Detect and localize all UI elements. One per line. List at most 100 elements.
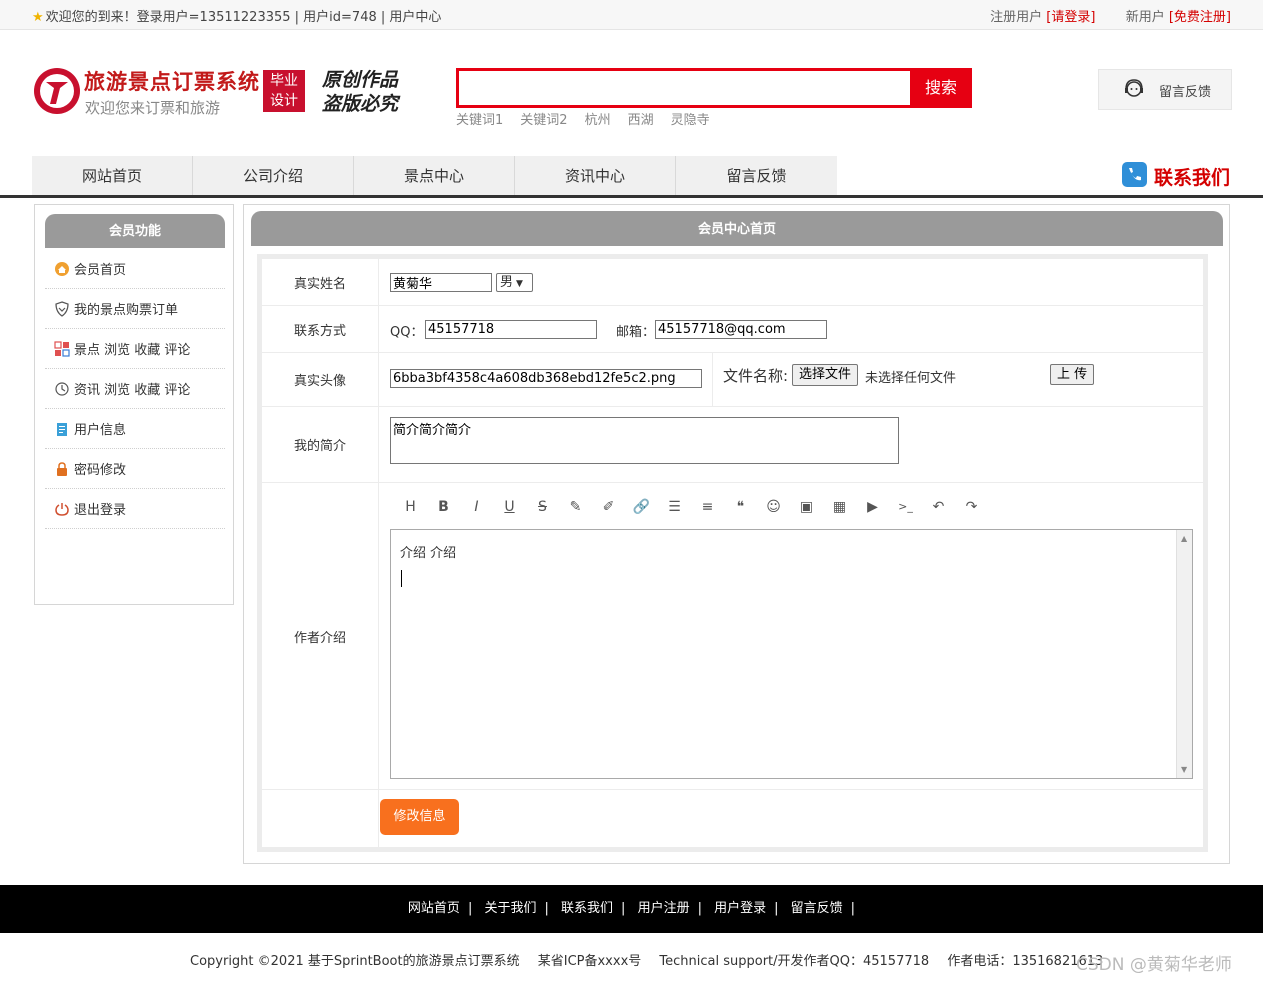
sidebar-item-password[interactable]: 密码修改: [45, 449, 225, 489]
highlight-icon[interactable]: ✎: [559, 493, 592, 521]
undo-icon[interactable]: ↶: [922, 493, 955, 521]
align-icon[interactable]: ≡: [691, 493, 724, 521]
hot-keyword-link[interactable]: 关键词1: [456, 113, 503, 128]
code-icon[interactable]: >_: [889, 493, 922, 521]
author-intro-editor[interactable]: 介绍 介绍 ▲ ▼: [390, 529, 1193, 779]
contact-us-label: 联系我们: [1154, 167, 1231, 189]
intro-textarea[interactable]: 简介简介简介: [390, 417, 899, 464]
quote-icon[interactable]: ❝: [724, 493, 757, 521]
chevron-down-icon: ▼: [516, 279, 523, 289]
footer-link-register[interactable]: 用户注册: [638, 901, 690, 916]
gender-select[interactable]: 男 ▼: [496, 273, 533, 292]
home-icon: [55, 261, 69, 276]
footer-link-about[interactable]: 关于我们: [484, 901, 536, 916]
nav-divider: [0, 195, 1263, 198]
form-row-name: 真实姓名 男▼: [262, 259, 1203, 306]
qq-label: QQ：: [390, 325, 424, 340]
star-icon: ★: [32, 10, 44, 25]
cell-divider: [712, 353, 713, 406]
redo-icon[interactable]: ↷: [955, 493, 988, 521]
emoji-icon[interactable]: ☺: [757, 493, 790, 521]
hot-keywords: 关键词1 关键词2 杭州 西湖 灵隐寺: [456, 109, 727, 128]
feedback-label: 留言反馈: [1159, 85, 1212, 100]
hot-keyword-link[interactable]: 西湖: [628, 113, 654, 128]
site-subtitle: 欢迎您来订票和旅游: [85, 99, 221, 117]
form-row-submit: 修改信息: [262, 790, 1203, 847]
qq-field[interactable]: [425, 320, 597, 339]
strikethrough-icon[interactable]: S: [526, 493, 559, 521]
member-sidebar: 会员功能 会员首页 我的景点购票订单 景点 浏览 收藏 评论 资讯 浏览 收藏 …: [34, 204, 234, 605]
welcome-area: ★ 欢迎您的到来！登录用户=13511223355 | 用户id=748 | 用户…: [32, 6, 441, 25]
sidebar-item-label: 资讯 浏览 收藏 评论: [74, 383, 191, 398]
power-icon: [55, 502, 69, 516]
field-label: 真实头像: [262, 353, 379, 406]
member-center-panel: 会员中心首页 真实姓名 男▼ 联系方式 QQ： 邮箱： 真实头像: [243, 204, 1230, 864]
scroll-down-icon[interactable]: ▼: [1181, 765, 1187, 774]
image-icon[interactable]: ▣: [790, 493, 823, 521]
sidebar-item-label: 退出登录: [74, 503, 127, 518]
name-field[interactable]: [390, 273, 492, 292]
sidebar-item-label: 景点 浏览 收藏 评论: [74, 343, 191, 358]
main-nav: 网站首页 公司介绍 景点中心 资讯中心 留言反馈: [32, 156, 837, 196]
hot-keyword-link[interactable]: 杭州: [585, 113, 611, 128]
avatar-filename-field[interactable]: [390, 369, 702, 388]
email-label: 邮箱：: [616, 325, 656, 340]
footer-nav: 网站首页 | 关于我们 | 联系我们 | 用户注册 | 用户登录 | 留言反馈 |: [0, 885, 1263, 933]
graduation-badge: 毕业 设计: [263, 70, 305, 112]
field-label: 我的简介: [262, 407, 379, 482]
phone-icon: [1122, 162, 1147, 187]
no-file-label: 未选择任何文件: [865, 371, 957, 386]
file-name-label: 文件名称:: [723, 367, 789, 385]
sidebar-item-orders[interactable]: 我的景点购票订单: [45, 289, 225, 329]
editor-scrollbar[interactable]: ▲ ▼: [1176, 530, 1192, 778]
footer-link-home[interactable]: 网站首页: [408, 901, 460, 916]
link-icon[interactable]: 🔗: [625, 493, 658, 521]
sidebar-item-logout[interactable]: 退出登录: [45, 489, 225, 529]
empty-label-cell: [262, 790, 379, 847]
register-user-label: 注册用户: [990, 10, 1043, 25]
heading-icon[interactable]: H: [394, 493, 427, 521]
form-row-contact: 联系方式 QQ： 邮箱：: [262, 306, 1203, 353]
footer-link-contact[interactable]: 联系我们: [561, 901, 613, 916]
email-field[interactable]: [655, 320, 827, 339]
register-link[interactable]: [免费注册]: [1169, 10, 1231, 25]
underline-icon[interactable]: U: [493, 493, 526, 521]
history-icon: [55, 381, 69, 396]
nav-item-attractions[interactable]: 景点中心: [354, 156, 515, 196]
editor-toolbar: H B I U S ✎ ✐ 🔗 ☰ ≡ ❝ ☺ ▣ ▦ ▶ >_ ↶ ↷: [394, 493, 988, 521]
text-caret: [401, 570, 402, 587]
search-input[interactable]: [456, 68, 972, 108]
upload-button[interactable]: 上 传: [1050, 364, 1095, 385]
italic-icon[interactable]: I: [460, 493, 493, 521]
hot-keyword-link[interactable]: 灵隐寺: [671, 113, 710, 128]
footer-link-login[interactable]: 用户登录: [714, 901, 766, 916]
copyright-text: Copyright ©2021 基于SprintBoot的旅游景点订票系统: [190, 954, 520, 969]
account-links: 注册用户 [请登录] 新用户 [免费注册]: [990, 6, 1231, 25]
feedback-button[interactable]: 留言反馈: [1098, 69, 1232, 110]
hot-keyword-link[interactable]: 关键词2: [520, 113, 567, 128]
nav-item-home[interactable]: 网站首页: [32, 156, 193, 196]
video-icon[interactable]: ▶: [856, 493, 889, 521]
csdn-watermark: CSDN @黄菊华老师: [1076, 955, 1232, 975]
sidebar-item-user-info[interactable]: 用户信息: [45, 409, 225, 449]
sidebar-list: 会员首页 我的景点购票订单 景点 浏览 收藏 评论 资讯 浏览 收藏 评论 用户…: [45, 249, 225, 529]
footer-link-feedback[interactable]: 留言反馈: [791, 901, 843, 916]
table-icon[interactable]: ▦: [823, 493, 856, 521]
nav-item-news[interactable]: 资讯中心: [515, 156, 676, 196]
nav-item-feedback[interactable]: 留言反馈: [676, 156, 837, 196]
search-button[interactable]: 搜索: [910, 68, 972, 108]
update-info-button[interactable]: 修改信息: [380, 799, 459, 835]
login-link[interactable]: [请登录]: [1046, 10, 1095, 25]
nav-item-company[interactable]: 公司介绍: [193, 156, 354, 196]
list-icon[interactable]: ☰: [658, 493, 691, 521]
clipboard-icon: [57, 422, 67, 436]
scroll-up-icon[interactable]: ▲: [1181, 534, 1187, 543]
brush-icon[interactable]: ✐: [592, 493, 625, 521]
bold-icon[interactable]: B: [427, 493, 460, 521]
apps-icon: [54, 340, 70, 357]
sidebar-item-attractions[interactable]: 景点 浏览 收藏 评论: [45, 329, 225, 369]
sidebar-item-member-home[interactable]: 会员首页: [45, 249, 225, 289]
sidebar-item-news[interactable]: 资讯 浏览 收藏 评论: [45, 369, 225, 409]
site-logo-icon[interactable]: [32, 66, 82, 116]
choose-file-button[interactable]: 选择文件: [792, 364, 859, 386]
